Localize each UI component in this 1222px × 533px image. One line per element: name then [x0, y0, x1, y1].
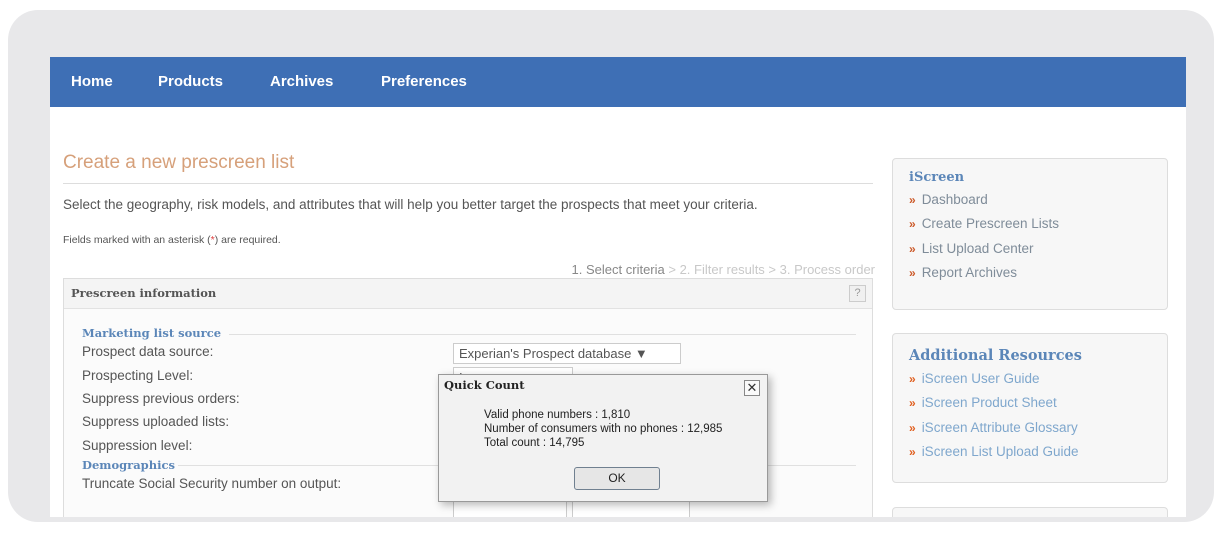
page-title: Create a new prescreen list: [63, 152, 295, 173]
prospect-data-source-select[interactable]: Experian's Prospect database ▼: [453, 343, 681, 364]
quick-count-dialog: Quick Count ✕ Valid phone numbers : 1,81…: [438, 374, 768, 502]
chevron-icon: »: [909, 444, 916, 459]
additional-resources-sidebar: Additional Resources » iScreen User Guide…: [892, 333, 1168, 483]
required-fields-note: Fields marked with an asterisk (*) are r…: [63, 234, 281, 246]
chevron-icon: »: [909, 241, 916, 256]
close-icon[interactable]: ✕: [744, 380, 760, 396]
sidebar-link-list-upload-guide[interactable]: » iScreen List Upload Guide: [909, 440, 1151, 464]
title-divider: [63, 183, 873, 184]
label-truncate-ssn: Truncate Social Security number on outpu…: [82, 476, 342, 491]
sidebar-link-label: iScreen User Guide: [921, 371, 1040, 386]
sidebar-link-list-upload-center[interactable]: » List Upload Center: [909, 237, 1151, 261]
chevron-icon: »: [909, 193, 916, 207]
sidebar-link-user-guide[interactable]: » iScreen User Guide: [909, 367, 1151, 391]
additional-resources-title: Additional Resources: [909, 347, 1082, 364]
no-phone-count: Number of consumers with no phones : 12,…: [484, 423, 723, 435]
total-count: Total count : 14,795: [484, 437, 585, 449]
top-navbar: Home Products Archives Preferences: [50, 57, 1186, 107]
sidebar-link-label: iScreen Product Sheet: [921, 395, 1057, 411]
section-demographics: Demographics: [82, 458, 175, 472]
label-prospecting-level: Prospecting Level:: [82, 368, 194, 383]
chevron-icon: »: [909, 265, 916, 280]
chevron-icon: »: [909, 396, 916, 411]
sidebar-link-label: Report Archives: [921, 264, 1017, 280]
chevron-icon: »: [909, 372, 916, 386]
sidebar-link-label: Create Prescreen Lists: [921, 216, 1059, 232]
required-note-prefix: Fields marked with an asterisk (: [63, 234, 211, 246]
nav-products[interactable]: Products: [158, 73, 223, 90]
valid-phone-count: Valid phone numbers : 1,810: [484, 409, 631, 421]
label-suppress-previous-orders: Suppress previous orders:: [82, 391, 240, 406]
sidebar-box-partial: [892, 507, 1168, 517]
panel-header: Prescreen information ?: [64, 279, 872, 309]
sidebar-link-dashboard[interactable]: » Dashboard: [909, 188, 1151, 212]
app-screen: Home Products Archives Preferences Creat…: [50, 57, 1186, 517]
required-note-suffix: ) are required.: [214, 234, 281, 246]
step-progress: 1. Select criteria > 2. Filter results >…: [50, 262, 875, 277]
label-prospect-data-source: Prospect data source:: [82, 344, 214, 359]
chevron-icon: »: [909, 420, 916, 435]
nav-home[interactable]: Home: [71, 73, 113, 90]
nav-preferences[interactable]: Preferences: [381, 73, 467, 90]
section-marketing-list-source: Marketing list source: [82, 326, 222, 340]
sidebar-link-label: Dashboard: [921, 192, 988, 207]
section-divider: [229, 334, 856, 335]
sidebar-link-report-archives[interactable]: » Report Archives: [909, 261, 1151, 285]
screenshot-frame: Home Products Archives Preferences Creat…: [8, 10, 1214, 522]
help-icon[interactable]: ?: [849, 285, 866, 302]
ok-button[interactable]: OK: [574, 467, 660, 490]
intro-text: Select the geography, risk models, and a…: [63, 197, 758, 212]
step-current: 1. Select criteria: [571, 262, 665, 277]
label-suppress-uploaded-lists: Suppress uploaded lists:: [82, 414, 230, 429]
dialog-title: Quick Count: [444, 378, 525, 392]
sidebar-link-product-sheet[interactable]: » iScreen Product Sheet: [909, 391, 1151, 415]
step-remaining: > 2. Filter results > 3. Process order: [664, 262, 875, 277]
label-suppression-level: Suppression level:: [82, 438, 193, 453]
iscreen-title: iScreen: [909, 170, 965, 185]
chevron-icon: »: [909, 217, 916, 232]
iscreen-sidebar: iScreen » Dashboard » Create Prescreen Lis…: [892, 158, 1168, 310]
sidebar-link-create-prescreen-lists[interactable]: » Create Prescreen Lists: [909, 212, 1151, 236]
sidebar-link-label: iScreen Attribute Glossary: [921, 419, 1078, 435]
sidebar-link-attribute-glossary[interactable]: » iScreen Attribute Glossary: [909, 416, 1151, 440]
sidebar-link-label: iScreen List Upload Guide: [921, 443, 1079, 459]
nav-archives[interactable]: Archives: [270, 73, 333, 90]
panel-title: Prescreen information: [71, 286, 217, 300]
sidebar-link-label: List Upload Center: [921, 240, 1034, 256]
